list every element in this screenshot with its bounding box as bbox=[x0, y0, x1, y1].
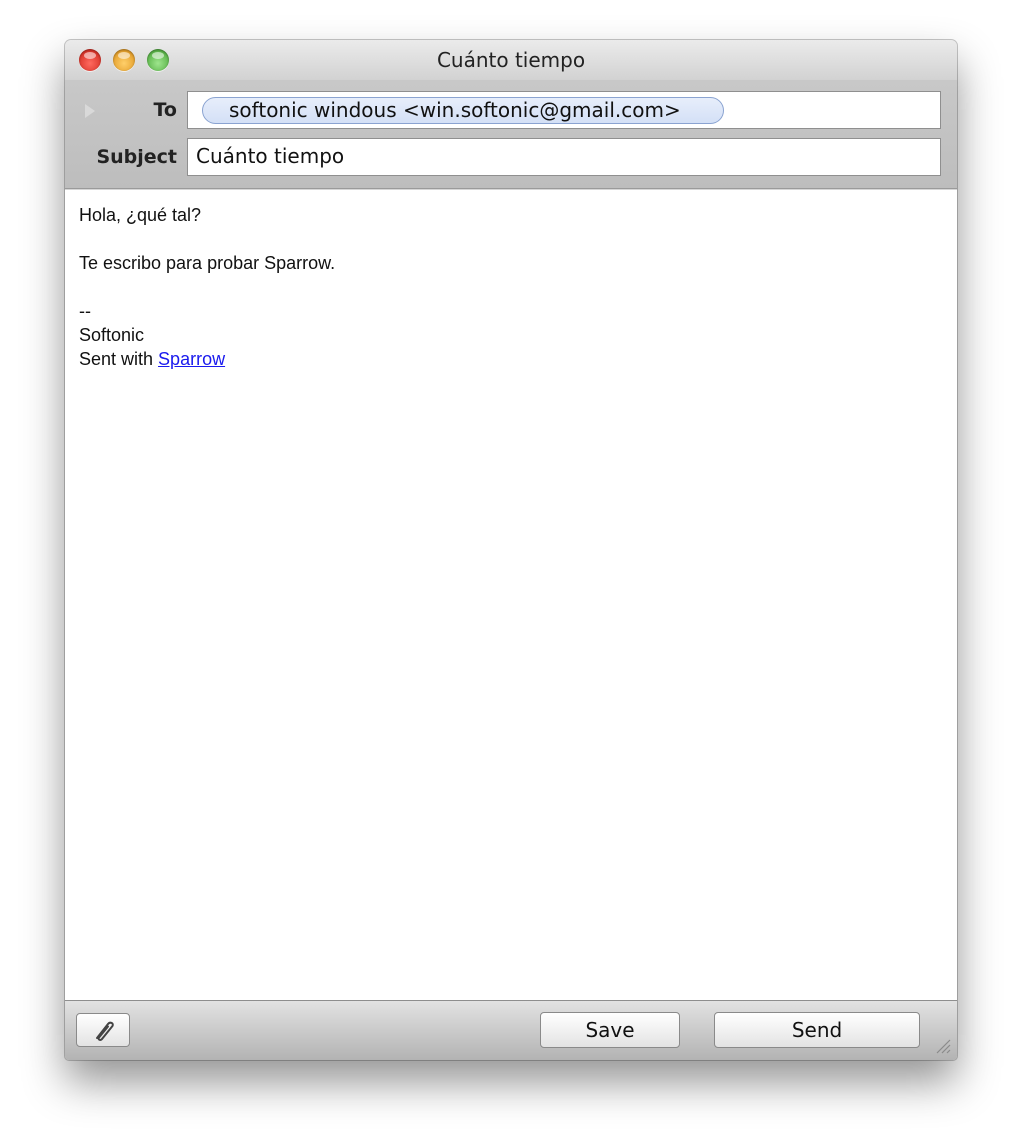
attach-button[interactable] bbox=[76, 1013, 130, 1047]
to-field[interactable]: softonic windous <win.softonic@gmail.com… bbox=[187, 91, 941, 129]
title-bar[interactable]: Cuánto tiempo bbox=[65, 40, 957, 80]
bottom-toolbar: Save Send bbox=[65, 1000, 957, 1060]
subject-label: Subject bbox=[96, 146, 177, 168]
paperclip-icon bbox=[96, 1021, 114, 1041]
recipient-token[interactable]: softonic windous <win.softonic@gmail.com… bbox=[202, 97, 724, 124]
send-button[interactable]: Send bbox=[714, 1012, 920, 1048]
body-greeting: Hola, ¿qué tal? bbox=[79, 205, 202, 225]
disclosure-triangle-icon[interactable] bbox=[85, 104, 95, 118]
signature-name: Softonic bbox=[79, 325, 145, 345]
resize-grip-icon[interactable] bbox=[933, 1036, 951, 1054]
sparrow-link[interactable]: Sparrow bbox=[158, 349, 225, 369]
save-button[interactable]: Save bbox=[540, 1012, 680, 1048]
signature-separator: -- bbox=[79, 301, 91, 321]
window-title: Cuánto tiempo bbox=[436, 48, 586, 72]
compose-header: To softonic windous <win.softonic@gmail.… bbox=[65, 80, 957, 189]
compose-window: Cuánto tiempo To softonic windous <win.s… bbox=[65, 40, 957, 1060]
to-label: To bbox=[153, 99, 178, 121]
message-body[interactable]: Hola, ¿qué tal? Te escribo para probar S… bbox=[65, 190, 957, 1000]
sent-with-prefix: Sent with bbox=[79, 349, 159, 369]
subject-field[interactable]: Cuánto tiempo bbox=[187, 138, 941, 176]
body-message: Te escribo para probar Sparrow. bbox=[79, 253, 336, 273]
signature-sent-with: Sent with Sparrow bbox=[79, 347, 943, 371]
